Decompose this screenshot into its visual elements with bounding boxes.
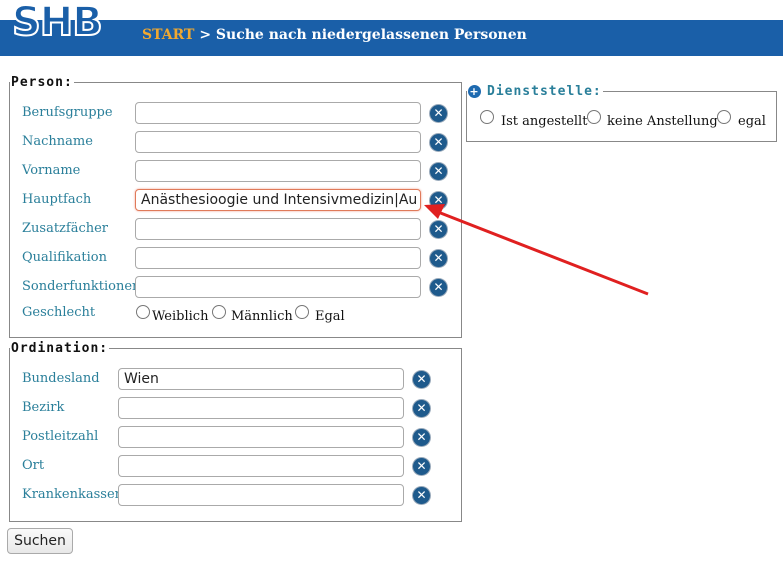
annotation-arrow-head xyxy=(424,204,445,219)
annotation-arrow-line xyxy=(437,210,649,296)
annotation-arrow xyxy=(424,204,649,296)
